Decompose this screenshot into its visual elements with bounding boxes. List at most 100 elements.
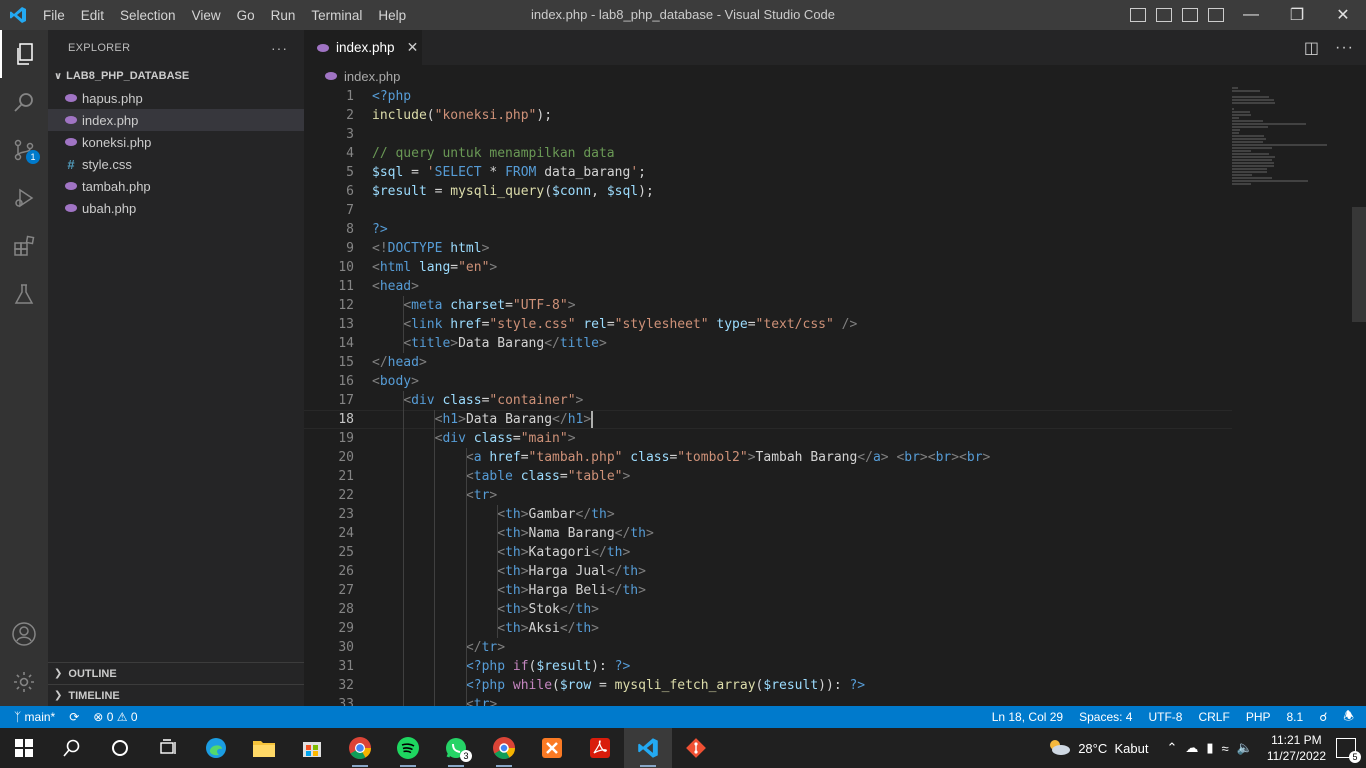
battery-icon[interactable]: ▮ <box>1206 740 1213 756</box>
explorer-activity-icon[interactable] <box>0 30 48 78</box>
toggle-sidebar-icon[interactable] <box>1130 8 1146 22</box>
code-line[interactable]: <?php <box>372 87 1232 106</box>
file-hapus-php[interactable]: hapus.php <box>48 87 304 109</box>
timeline-section[interactable]: ❯ TIMELINE <box>48 684 304 706</box>
manage-gear-icon[interactable] <box>0 658 48 706</box>
tab-index-php[interactable]: index.php ✕ <box>304 30 422 65</box>
accounts-icon[interactable] <box>0 610 48 658</box>
search-icon[interactable] <box>48 728 96 768</box>
restore-icon[interactable]: ❐ <box>1274 0 1320 30</box>
edge-browser-icon[interactable] <box>192 728 240 768</box>
menu-terminal[interactable]: Terminal <box>303 8 370 23</box>
file-index-php[interactable]: index.php <box>48 109 304 131</box>
cortana-icon[interactable] <box>96 728 144 768</box>
menu-run[interactable]: Run <box>263 8 304 23</box>
vscode-taskbar-icon[interactable] <box>624 728 672 768</box>
windows-start-icon[interactable] <box>0 728 48 768</box>
code-line[interactable]: <?php while($row = mysqli_fetch_array($r… <box>372 676 1232 695</box>
onedrive-cloud-icon[interactable]: ☁ <box>1185 740 1198 756</box>
php-version[interactable]: 8.1 <box>1287 710 1304 724</box>
code-line[interactable] <box>372 125 1232 144</box>
code-area[interactable]: <?php include("koneksi.php"); // query unt… <box>372 87 1232 706</box>
menu-help[interactable]: Help <box>370 8 414 23</box>
menu-selection[interactable]: Selection <box>112 8 184 23</box>
code-line[interactable]: <h1>Data Barang</h1> <box>372 410 1232 429</box>
outline-section[interactable]: ❯ OUTLINE <box>48 662 304 684</box>
language-mode[interactable]: PHP <box>1246 710 1271 724</box>
code-line[interactable]: $sql = 'SELECT * FROM data_barang'; <box>372 163 1232 182</box>
weather-cloud-icon[interactable] <box>1046 737 1072 760</box>
code-line[interactable]: <html lang="en"> <box>372 258 1232 277</box>
search-icon[interactable] <box>0 78 48 126</box>
encoding[interactable]: UTF-8 <box>1148 710 1182 724</box>
sync-icon[interactable]: ⟳ <box>69 710 79 724</box>
code-line[interactable]: <th>Katagori</th> <box>372 543 1232 562</box>
code-line[interactable]: include("koneksi.php"); <box>372 106 1232 125</box>
code-line[interactable]: <div class="container"> <box>372 391 1232 410</box>
code-line[interactable]: <tr> <box>372 486 1232 505</box>
indentation[interactable]: Spaces: 4 <box>1079 710 1132 724</box>
workspace-folder[interactable]: ∨ LAB8_PHP_DATABASE <box>48 65 304 87</box>
code-editor[interactable]: 1 2 3 4 5 6 7 8 9 10 11 12 13 14 15 16 17 18 19 20 21 22 23 24 2… <box>304 87 1366 706</box>
chrome-icon[interactable] <box>336 728 384 768</box>
code-line[interactable]: <head> <box>372 277 1232 296</box>
menu-file[interactable]: File <box>35 8 73 23</box>
code-line[interactable]: <th>Harga Jual</th> <box>372 562 1232 581</box>
feedback-icon[interactable]: ☌ <box>1319 710 1327 724</box>
minimap[interactable] <box>1232 87 1352 197</box>
git-icon[interactable] <box>672 728 720 768</box>
extensions-icon[interactable] <box>0 222 48 270</box>
code-line[interactable]: </head> <box>372 353 1232 372</box>
file-tambah-php[interactable]: tambah.php <box>48 175 304 197</box>
line-ending[interactable]: CRLF <box>1198 710 1229 724</box>
code-line[interactable]: <th>Aksi</th> <box>372 619 1232 638</box>
toggle-panel-icon[interactable] <box>1156 8 1172 22</box>
close-tab-icon[interactable]: ✕ <box>407 39 419 56</box>
menu-edit[interactable]: Edit <box>73 8 112 23</box>
code-line[interactable]: <a href="tambah.php" class="tombol2">Tam… <box>372 448 1232 467</box>
xampp-icon[interactable] <box>528 728 576 768</box>
volume-icon[interactable]: 🔈 <box>1237 740 1253 756</box>
code-line[interactable]: <!DOCTYPE html> <box>372 239 1232 258</box>
branch-indicator[interactable]: ᛉ main* <box>14 710 55 724</box>
code-line[interactable]: <title>Data Barang</title> <box>372 334 1232 353</box>
code-line[interactable]: <th>Harga Beli</th> <box>372 581 1232 600</box>
file-ubah-php[interactable]: ubah.php <box>48 197 304 219</box>
wifi-icon[interactable]: ≈ <box>1222 741 1229 756</box>
code-line[interactable]: // query untuk menampilkan data <box>372 144 1232 163</box>
task-view-icon[interactable] <box>144 728 192 768</box>
testing-flask-icon[interactable] <box>0 270 48 318</box>
file-koneksi-php[interactable]: koneksi.php <box>48 131 304 153</box>
more-actions-icon[interactable]: ··· <box>271 40 288 56</box>
more-actions-icon[interactable]: ··· <box>1335 39 1354 57</box>
code-line[interactable]: <tr> <box>372 695 1232 706</box>
code-line[interactable]: <th>Nama Barang</th> <box>372 524 1232 543</box>
code-line[interactable]: <meta charset="UTF-8"> <box>372 296 1232 315</box>
code-line[interactable]: $result = mysqli_query($conn, $sql); <box>372 182 1232 201</box>
whatsapp-icon[interactable]: 3 <box>432 728 480 768</box>
code-line[interactable]: <body> <box>372 372 1232 391</box>
notifications-bell-icon[interactable]: 🕭 <box>1343 707 1354 728</box>
toggle-secondary-sidebar-icon[interactable] <box>1182 8 1198 22</box>
file-explorer-icon[interactable] <box>240 728 288 768</box>
microsoft-store-icon[interactable] <box>288 728 336 768</box>
chrome-profile-icon[interactable] <box>480 728 528 768</box>
vertical-scrollbar[interactable] <box>1352 207 1366 322</box>
code-line[interactable]: <link href="style.css" rel="stylesheet" … <box>372 315 1232 334</box>
clock[interactable]: 11:21 PM 11/27/2022 <box>1257 732 1336 764</box>
menu-view[interactable]: View <box>184 8 229 23</box>
run-debug-icon[interactable] <box>0 174 48 222</box>
menu-go[interactable]: Go <box>229 8 263 23</box>
code-line[interactable]: <?php if($result): ?> <box>372 657 1232 676</box>
close-icon[interactable]: ✕ <box>1320 0 1366 30</box>
customize-layout-icon[interactable] <box>1208 8 1224 22</box>
code-line[interactable]: <th>Stok</th> <box>372 600 1232 619</box>
acrobat-pdf-icon[interactable] <box>576 728 624 768</box>
code-line[interactable]: <th>Gambar</th> <box>372 505 1232 524</box>
source-control-icon[interactable]: 1 <box>0 126 48 174</box>
weather-text[interactable]: 28°C Kabut <box>1078 741 1148 756</box>
action-center-icon[interactable]: 5 <box>1336 738 1361 763</box>
code-line[interactable]: </tr> <box>372 638 1232 657</box>
cursor-position[interactable]: Ln 18, Col 29 <box>992 710 1063 724</box>
code-line[interactable]: <table class="table"> <box>372 467 1232 486</box>
